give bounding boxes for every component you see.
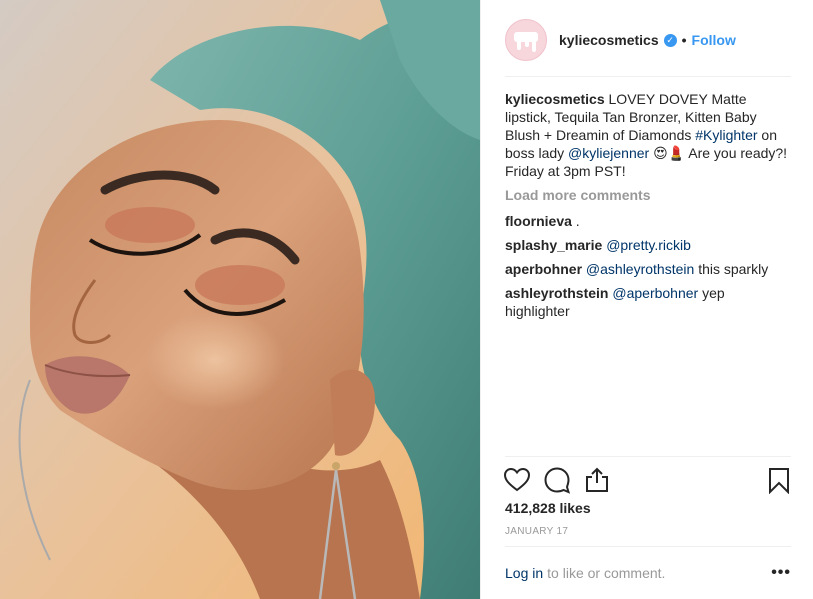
comment-username[interactable]: ashleyrothstein — [505, 285, 608, 301]
comment-icon[interactable] — [543, 466, 571, 494]
caption-mention[interactable]: @kyliejenner — [568, 145, 649, 161]
post-side-panel: kyliecosmetics ✓ • Follow kyliecosmetics… — [480, 0, 813, 599]
post-actions — [503, 466, 793, 494]
avatar-drip-shape — [525, 40, 529, 47]
post-caption: kyliecosmetics LOVEY DOVEY Matte lipstic… — [505, 90, 791, 180]
header-divider — [505, 76, 791, 77]
post-header: kyliecosmetics ✓ • Follow — [505, 18, 791, 62]
post-photo[interactable] — [0, 0, 480, 599]
avatar-drip-shape — [532, 40, 536, 52]
post-footer: Log in to like or comment. ••• — [505, 564, 791, 582]
comment-item: floornieva . — [505, 212, 791, 230]
portrait-illustration — [0, 0, 480, 599]
comment-item: aperbohner @ashleyrothstein this sparkly — [505, 260, 791, 278]
comment-username[interactable]: aperbohner — [505, 261, 582, 277]
comments-section: kyliecosmetics LOVEY DOVEY Matte lipstic… — [505, 90, 791, 326]
comment-username[interactable]: floornieva — [505, 213, 572, 229]
avatar-drip-shape — [517, 40, 521, 50]
login-link[interactable]: Log in — [505, 565, 543, 581]
avatar[interactable] — [505, 19, 547, 61]
comment-item: ashleyrothstein @aperbohner yep highligh… — [505, 284, 791, 320]
comment-text: . — [575, 213, 580, 229]
caption-emojis: 😍💄 — [649, 145, 689, 161]
load-more-comments-button[interactable]: Load more comments — [505, 186, 791, 204]
post-date: JANUARY 17 — [505, 526, 569, 537]
heart-icon[interactable] — [503, 466, 531, 494]
bookmark-icon[interactable] — [765, 466, 793, 494]
caption-hashtag[interactable]: #Kylighter — [695, 127, 757, 143]
header-username[interactable]: kyliecosmetics — [559, 32, 659, 48]
comment-username[interactable]: splashy_marie — [505, 237, 602, 253]
comment-mention[interactable]: @aperbohner — [612, 285, 698, 301]
comment-mention[interactable]: @ashleyrothstein — [586, 261, 694, 277]
comment-text: this sparkly — [698, 261, 769, 277]
instagram-post: kyliecosmetics ✓ • Follow kyliecosmetics… — [0, 0, 813, 599]
actions-divider — [505, 456, 791, 457]
share-icon[interactable] — [583, 466, 611, 494]
more-options-button[interactable]: ••• — [771, 564, 791, 582]
login-suffix: to like or comment. — [547, 565, 666, 581]
follow-button[interactable]: Follow — [692, 32, 736, 48]
header-separator: • — [681, 32, 687, 48]
footer-divider — [505, 546, 791, 547]
verified-icon: ✓ — [663, 33, 677, 47]
likes-count[interactable]: 412,828 likes — [505, 500, 591, 516]
comment-item: splashy_marie @pretty.rickib — [505, 236, 791, 254]
comment-mention[interactable]: @pretty.rickib — [606, 237, 691, 253]
caption-username[interactable]: kyliecosmetics — [505, 91, 605, 107]
